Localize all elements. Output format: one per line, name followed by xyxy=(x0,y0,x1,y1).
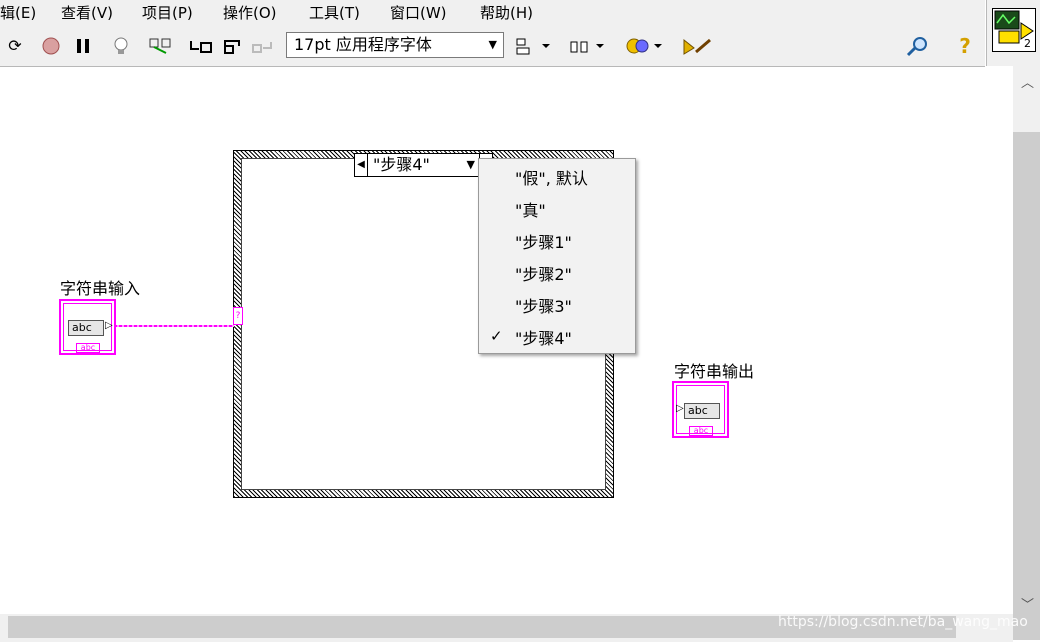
case-selector-value: "步骤4" xyxy=(373,155,430,174)
menu-bar: 辑(E) 查看(V) 项目(P) 操作(O) 工具(T) 窗口(W) 帮助(H) xyxy=(0,0,985,26)
string-input-terminal[interactable]: abc ▷ abc xyxy=(59,299,116,355)
case-option[interactable]: "真" xyxy=(515,197,546,221)
chevron-down-icon[interactable]: ▼ xyxy=(467,154,475,176)
vertical-scrollbar[interactable]: ︿ ﹀ xyxy=(1013,66,1040,640)
reorder-icon[interactable] xyxy=(624,36,664,56)
terminal-value: abc xyxy=(68,320,104,336)
menu-operate[interactable]: 操作(O) xyxy=(223,2,277,23)
chevron-down-icon: ▼ xyxy=(488,38,497,51)
case-option[interactable]: "假", 默认 xyxy=(515,165,588,189)
scroll-up-icon[interactable]: ︿ xyxy=(1021,72,1034,91)
decrement-arrow-icon[interactable]: ◀ xyxy=(355,154,368,176)
case-option[interactable]: "步骤1" xyxy=(515,229,572,253)
check-icon: ✓ xyxy=(490,327,503,345)
string-wire[interactable] xyxy=(114,325,234,327)
align-objects-icon[interactable] xyxy=(514,36,552,56)
vi-icon[interactable]: 2 xyxy=(986,0,1040,66)
step-into-icon[interactable] xyxy=(188,36,214,56)
output-arrow-icon: ▷ xyxy=(105,320,113,331)
terminal-type-tag: abc xyxy=(689,426,713,436)
menu-edit[interactable]: 辑(E) xyxy=(0,2,36,23)
retain-wire-values-icon[interactable] xyxy=(148,36,174,56)
terminal-type-tag: abc xyxy=(76,343,100,353)
toolbar: ⟳ 17pt 应用程序字体 ▼ ? xyxy=(0,26,985,67)
terminal-value: abc xyxy=(684,403,720,419)
context-help-icon[interactable]: ? xyxy=(954,36,976,56)
run-continuously-icon[interactable]: ⟳ xyxy=(4,36,26,56)
menu-view[interactable]: 查看(V) xyxy=(61,2,113,23)
menu-window[interactable]: 窗口(W) xyxy=(390,2,447,23)
distribute-objects-icon[interactable] xyxy=(568,36,606,56)
input-arrow-icon: ▷ xyxy=(676,403,684,414)
text-settings-select[interactable]: 17pt 应用程序字体 ▼ xyxy=(286,32,504,58)
abort-icon[interactable] xyxy=(40,36,62,56)
highlight-execution-icon[interactable] xyxy=(110,36,132,56)
case-selector[interactable]: ◀ "步骤4" ▼ xyxy=(354,153,493,179)
case-option[interactable]: "步骤3" xyxy=(515,293,572,317)
string-output-terminal[interactable]: ▷ abc abc xyxy=(672,381,729,438)
output-terminal-label: 字符串输出 xyxy=(674,362,755,381)
clean-up-diagram-icon[interactable] xyxy=(680,36,714,56)
step-over-icon[interactable] xyxy=(221,36,245,56)
vertical-scroll-thumb[interactable] xyxy=(1013,132,1040,640)
search-icon[interactable] xyxy=(903,36,933,57)
case-option[interactable]: "步骤2" xyxy=(515,261,572,285)
vi-icon-badge: 2 xyxy=(1024,37,1031,50)
menu-tools[interactable]: 工具(T) xyxy=(309,2,360,23)
scroll-down-icon[interactable]: ﹀ xyxy=(1021,594,1034,613)
text-settings-value: 17pt 应用程序字体 xyxy=(294,35,432,54)
case-option-selected[interactable]: "步骤4" xyxy=(515,325,572,349)
menu-help[interactable]: 帮助(H) xyxy=(480,2,533,23)
input-terminal-label: 字符串输入 xyxy=(60,279,141,298)
case-selector-menu: "假", 默认 "真" "步骤1" "步骤2" "步骤3" ✓ "步骤4" xyxy=(478,158,636,354)
step-out-icon[interactable] xyxy=(251,36,275,56)
input-tunnel[interactable]: ? xyxy=(233,307,243,325)
pause-icon[interactable] xyxy=(73,36,93,56)
menu-project[interactable]: 项目(P) xyxy=(142,2,193,23)
watermark: https://blog.csdn.net/ba_wang_mao xyxy=(778,614,1028,630)
